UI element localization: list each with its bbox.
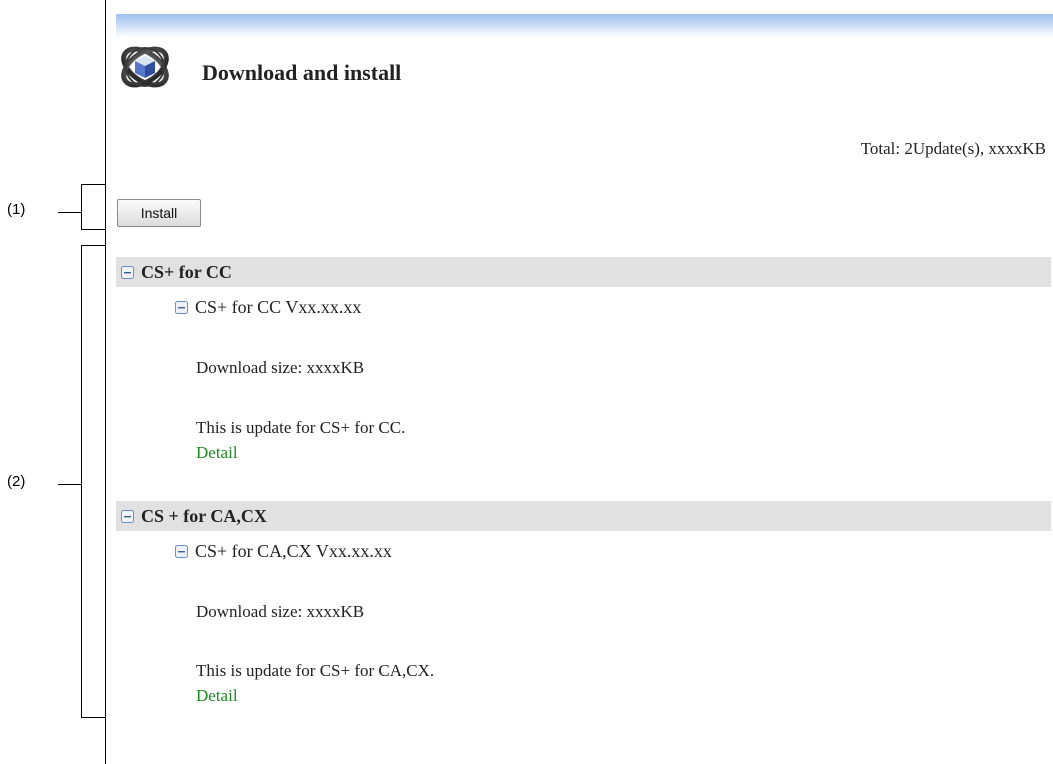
callout-1-bracket-top: [81, 184, 105, 185]
total-summary: Total: 2Update(s), xxxxKB: [860, 139, 1046, 158]
callout-1-bracket: [81, 184, 82, 230]
page-title: Download and install: [202, 60, 402, 85]
download-size: Download size: xxxxKB: [196, 602, 365, 621]
item-header-cs-ca-cx[interactable]: CS+ for CA,CX Vxx.xx.xx: [174, 541, 392, 562]
collapse-icon[interactable]: [174, 300, 189, 315]
item-title: CS+ for CA,CX Vxx.xx.xx: [195, 541, 392, 561]
callout-2-bracket-bottom: [81, 717, 105, 718]
detail-link[interactable]: Detail: [196, 443, 238, 463]
header-band: [116, 14, 1053, 38]
install-button[interactable]: Install: [117, 199, 201, 227]
update-window: Download and install Total: 2Update(s), …: [106, 0, 1053, 764]
update-description: This is update for CS+ for CC.: [196, 418, 406, 437]
collapse-icon[interactable]: [120, 265, 135, 280]
download-size: Download size: xxxxKB: [196, 358, 365, 377]
group-header-cs-cc[interactable]: CS+ for CC: [116, 257, 1051, 287]
collapse-icon[interactable]: [120, 509, 135, 524]
callout-2-bracket-top: [81, 245, 105, 246]
group-header-cs-ca-cx[interactable]: CS + for CA,CX: [116, 501, 1051, 531]
globe-cube-icon: [118, 40, 172, 94]
callout-1-bracket-bottom: [81, 229, 105, 230]
callout-label-1: (1): [7, 201, 26, 218]
item-header-cs-cc[interactable]: CS+ for CC Vxx.xx.xx: [174, 297, 361, 318]
item-title: CS+ for CC Vxx.xx.xx: [195, 297, 362, 317]
callout-label-2: (2): [7, 473, 26, 490]
update-description: This is update for CS+ for CA,CX.: [196, 661, 435, 680]
detail-link[interactable]: Detail: [196, 686, 238, 706]
callout-1-leader: [58, 212, 81, 213]
callout-2-bracket: [81, 245, 82, 718]
group-title: CS + for CA,CX: [141, 505, 267, 526]
collapse-icon[interactable]: [174, 544, 189, 559]
group-title: CS+ for CC: [141, 261, 232, 282]
callout-2-leader: [58, 484, 81, 485]
